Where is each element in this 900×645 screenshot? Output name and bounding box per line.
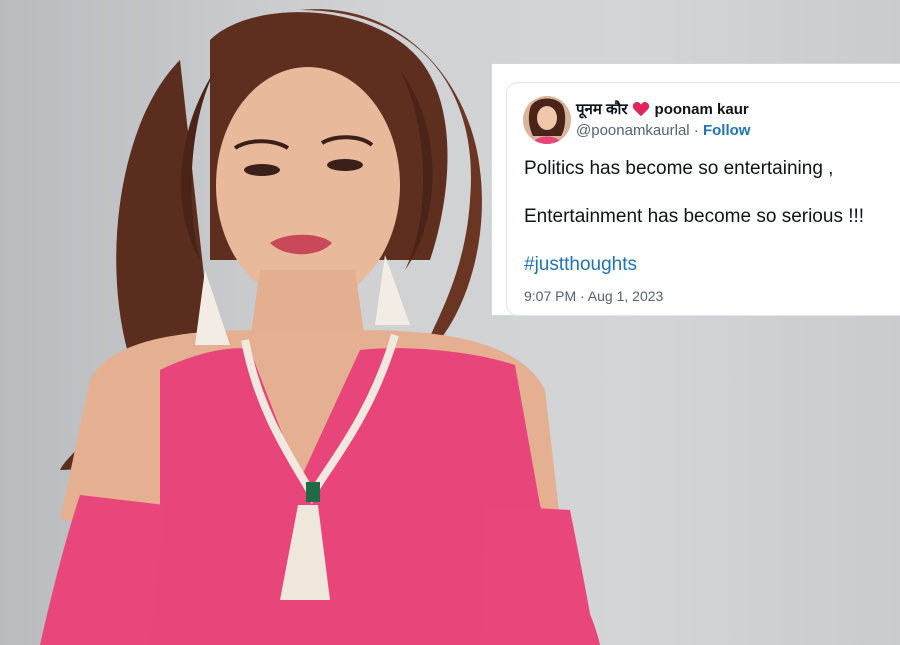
- tweet-text-line-2: Entertainment has become so serious !!!: [524, 206, 865, 227]
- tweet-embed: पूनम कौर poonam kaur @poonamkaurlal · Fo…: [506, 82, 900, 316]
- handle[interactable]: @poonamkaurlal: [576, 122, 690, 139]
- handle-row: @poonamkaurlal · Follow: [576, 122, 750, 139]
- username[interactable]: poonam kaur: [655, 101, 749, 118]
- hashtag-link[interactable]: #justthoughts: [524, 254, 637, 276]
- tweet-timestamp[interactable]: 9:07 PM · Aug 1, 2023: [524, 288, 663, 304]
- tweet-text-line-1: Politics has become so entertaining ,: [524, 158, 834, 179]
- display-name[interactable]: पूनम कौर: [576, 99, 628, 119]
- heart-icon: [632, 102, 649, 117]
- separator: ·: [689, 122, 703, 139]
- avatar[interactable]: [523, 96, 571, 144]
- follow-button[interactable]: Follow: [703, 122, 751, 139]
- avatar-photo: [523, 96, 571, 144]
- tweet-screenshot-card: पूनम कौर poonam kaur @poonamkaurlal · Fo…: [491, 63, 900, 316]
- author-name-row[interactable]: पूनम कौर poonam kaur: [576, 99, 749, 119]
